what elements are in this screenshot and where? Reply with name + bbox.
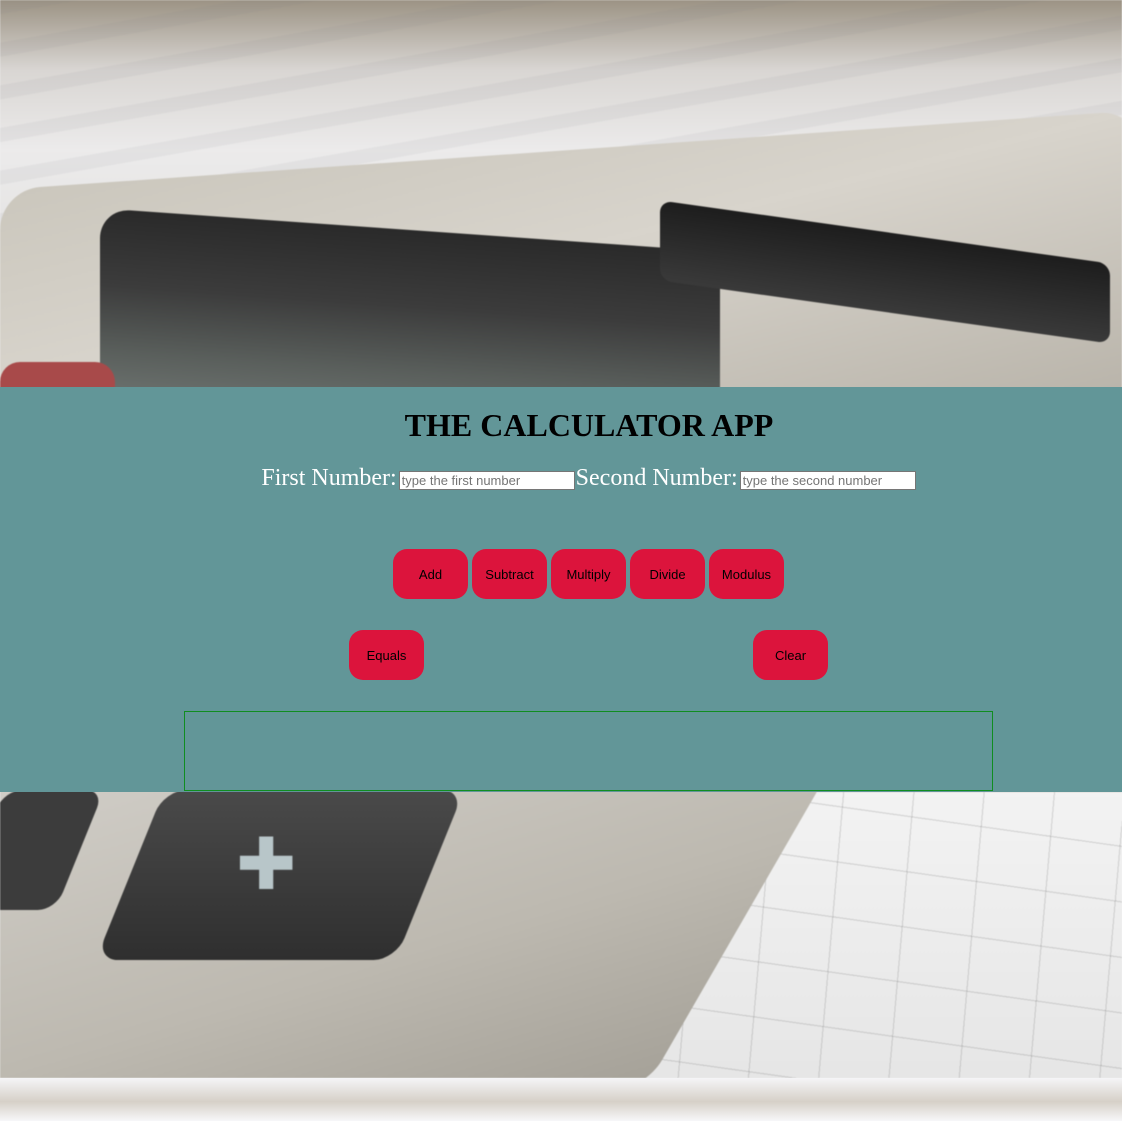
first-number-label: First Number: (261, 465, 397, 491)
clear-button[interactable]: Clear (753, 630, 828, 680)
subtract-button[interactable]: Subtract (472, 549, 547, 599)
divide-button[interactable]: Divide (630, 549, 705, 599)
result-display (184, 711, 993, 791)
page-title: THE CALCULATOR APP (404, 407, 774, 443)
operations-row: Add Subtract Multiply Divide Modulus (393, 549, 784, 599)
second-number-label: Second Number: (575, 465, 738, 491)
number-inputs-row: First Number: Second Number: (0, 465, 1122, 492)
multiply-button[interactable]: Multiply (551, 549, 626, 599)
first-number-input[interactable] (398, 471, 575, 490)
second-number-input[interactable] (739, 471, 916, 490)
background-bottom-strip (0, 1078, 1122, 1121)
modulus-button[interactable]: Modulus (709, 549, 784, 599)
equals-button[interactable]: Equals (349, 630, 424, 680)
calculator-panel: THE CALCULATOR APP First Number: Second N… (0, 387, 1122, 792)
add-button[interactable]: Add (393, 549, 468, 599)
plus-icon: ✚ (236, 822, 297, 906)
